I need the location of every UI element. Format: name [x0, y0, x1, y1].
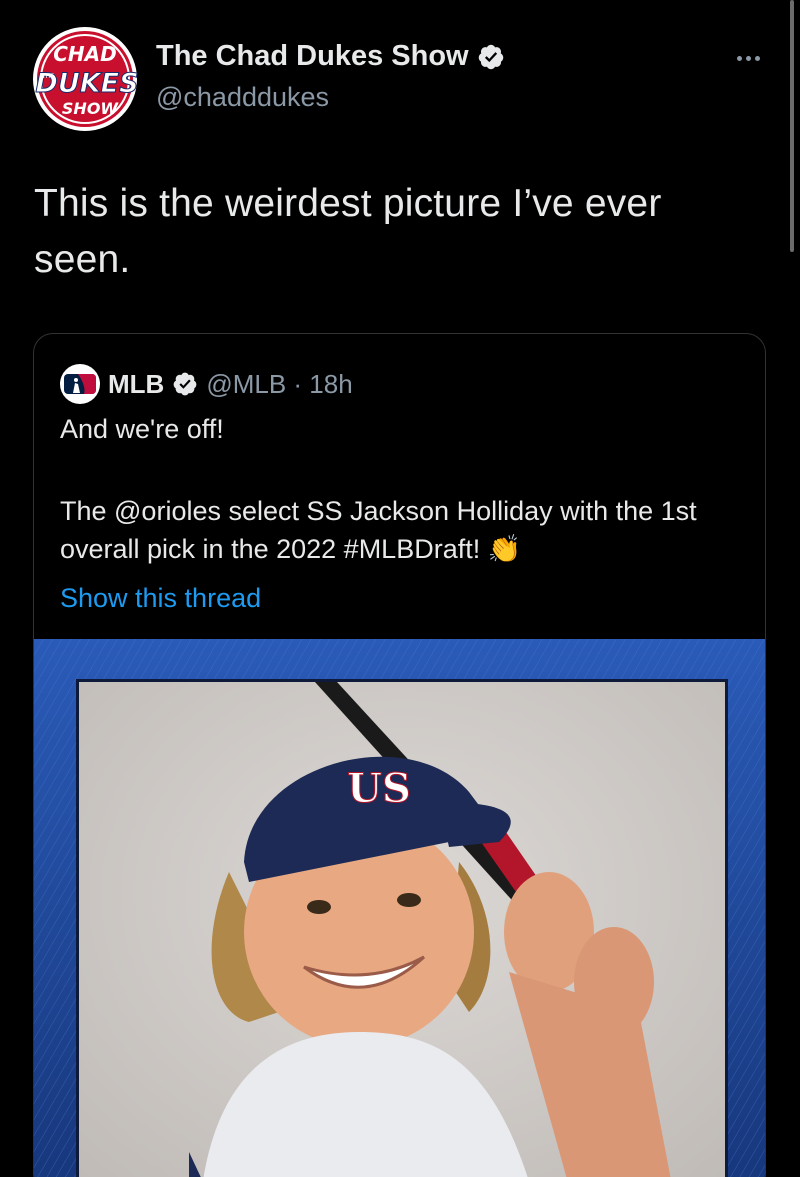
baseball-player-illustration: US [79, 682, 725, 1177]
tweet-page: CHAD DUKES SHOW THE The Chad Dukes Show … [0, 0, 800, 1177]
more-dot [736, 55, 742, 61]
quoted-tweet-text-line2: The @orioles select SS Jackson Holliday … [60, 496, 697, 564]
author-display-name[interactable]: The Chad Dukes Show [156, 40, 469, 73]
quoted-author-handle-time[interactable]: @MLB · 18h [206, 369, 352, 400]
logo-text-the: THE [41, 73, 54, 80]
verified-badge-icon [173, 372, 197, 396]
logo-text-show: SHOW [62, 99, 120, 118]
mlb-avatar[interactable] [60, 364, 100, 404]
verified-badge-icon [478, 44, 503, 69]
author-avatar[interactable]: CHAD DUKES SHOW THE [32, 26, 139, 132]
quoted-tweet-header: MLB @MLB · 18h [60, 364, 353, 404]
author-name-row[interactable]: The Chad Dukes Show [156, 40, 505, 73]
quoted-tweet-text-line1: And we're off! [60, 414, 224, 444]
more-dot [754, 55, 760, 61]
logo-text-chad: CHAD [53, 42, 117, 66]
svg-text:US: US [347, 765, 411, 812]
quoted-tweet-card[interactable]: MLB @MLB · 18h And we're off! The @oriol… [33, 333, 766, 1177]
author-handle[interactable]: @chadddukes [156, 82, 329, 113]
quoted-author-name[interactable]: MLB [108, 369, 164, 400]
more-dot [745, 55, 751, 61]
chad-dukes-logo-icon: CHAD DUKES SHOW THE [33, 27, 139, 131]
player-photo: US [76, 679, 728, 1177]
tweet-text: This is the weirdest picture I’ve ever s… [34, 182, 662, 281]
mlb-logo-icon [64, 374, 96, 394]
quoted-tweet-media[interactable]: US [34, 639, 765, 1177]
scrollbar[interactable] [790, 0, 794, 252]
more-options-icon[interactable] [728, 44, 768, 72]
show-thread-link[interactable]: Show this thread [60, 583, 261, 614]
